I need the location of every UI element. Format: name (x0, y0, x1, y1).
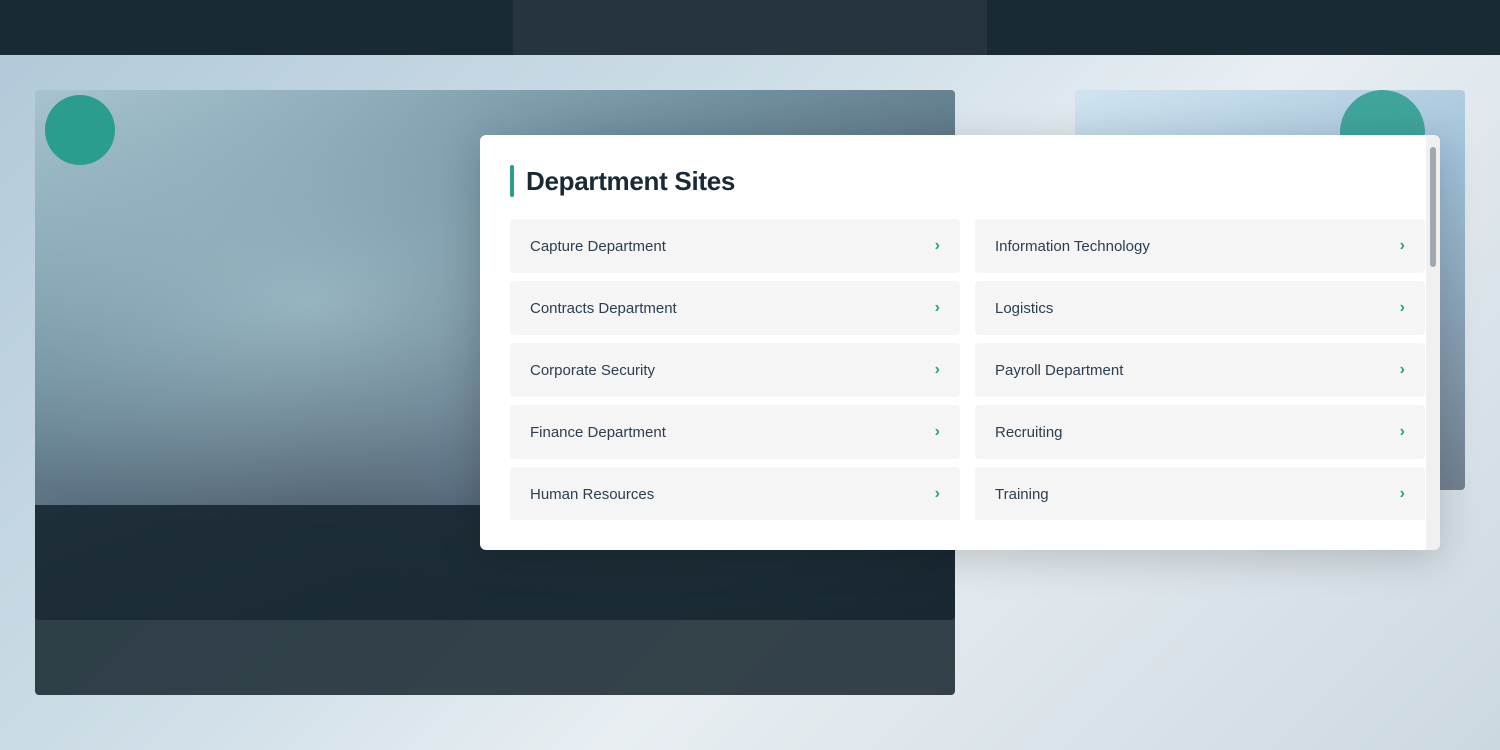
scrollbar-thumb (1430, 147, 1436, 267)
dept-item-arrow-contracts-department: › (935, 299, 940, 317)
dept-item-human-resources[interactable]: Human Resources › (510, 467, 960, 520)
dept-item-capture-department[interactable]: Capture Department › (510, 219, 960, 273)
modal-scrollbar[interactable] (1426, 135, 1440, 550)
top-bar-center (513, 0, 986, 55)
dept-item-arrow-information-technology: › (1400, 237, 1405, 255)
dept-item-arrow-human-resources: › (935, 485, 940, 503)
dept-item-corporate-security[interactable]: Corporate Security › (510, 343, 960, 397)
departments-left-column: Capture Department › Contracts Departmen… (510, 219, 975, 520)
dept-item-logistics[interactable]: Logistics › (975, 281, 1425, 335)
modal-title-container: Department Sites (510, 165, 1440, 197)
dept-item-arrow-recruiting: › (1400, 423, 1405, 441)
modal-title-accent-bar (510, 165, 514, 197)
dept-item-contracts-department[interactable]: Contracts Department › (510, 281, 960, 335)
dept-item-arrow-training: › (1400, 485, 1405, 503)
dept-item-name-contracts-department: Contracts Department (530, 300, 677, 317)
dept-item-name-recruiting: Recruiting (995, 424, 1063, 441)
dept-item-training[interactable]: Training › (975, 467, 1425, 520)
dept-item-name-training: Training (995, 486, 1049, 503)
teal-circle-top-left (45, 95, 115, 165)
dept-item-name-capture-department: Capture Department (530, 238, 666, 255)
dept-item-recruiting[interactable]: Recruiting › (975, 405, 1425, 459)
dept-item-name-human-resources: Human Resources (530, 486, 654, 503)
modal-title: Department Sites (526, 166, 735, 197)
top-bar-right (1007, 0, 1480, 55)
departments-right-column: Information Technology › Logistics › Pay… (975, 219, 1440, 520)
dept-item-name-corporate-security: Corporate Security (530, 362, 655, 379)
dept-item-arrow-capture-department: › (935, 237, 940, 255)
dept-item-name-information-technology: Information Technology (995, 238, 1150, 255)
dept-item-information-technology[interactable]: Information Technology › (975, 219, 1425, 273)
dept-item-arrow-finance-department: › (935, 423, 940, 441)
top-bar-left (20, 0, 493, 55)
dept-item-arrow-payroll-department: › (1400, 361, 1405, 379)
dept-item-name-logistics: Logistics (995, 300, 1053, 317)
department-sites-modal: Department Sites Capture Department › Co… (480, 135, 1440, 550)
dept-item-arrow-corporate-security: › (935, 361, 940, 379)
dept-item-arrow-logistics: › (1400, 299, 1405, 317)
dept-item-finance-department[interactable]: Finance Department › (510, 405, 960, 459)
modal-content: Capture Department › Contracts Departmen… (510, 219, 1440, 520)
dept-item-name-finance-department: Finance Department (530, 424, 666, 441)
dept-item-name-payroll-department: Payroll Department (995, 362, 1123, 379)
top-navigation-bar (0, 0, 1500, 55)
dept-item-payroll-department[interactable]: Payroll Department › (975, 343, 1425, 397)
